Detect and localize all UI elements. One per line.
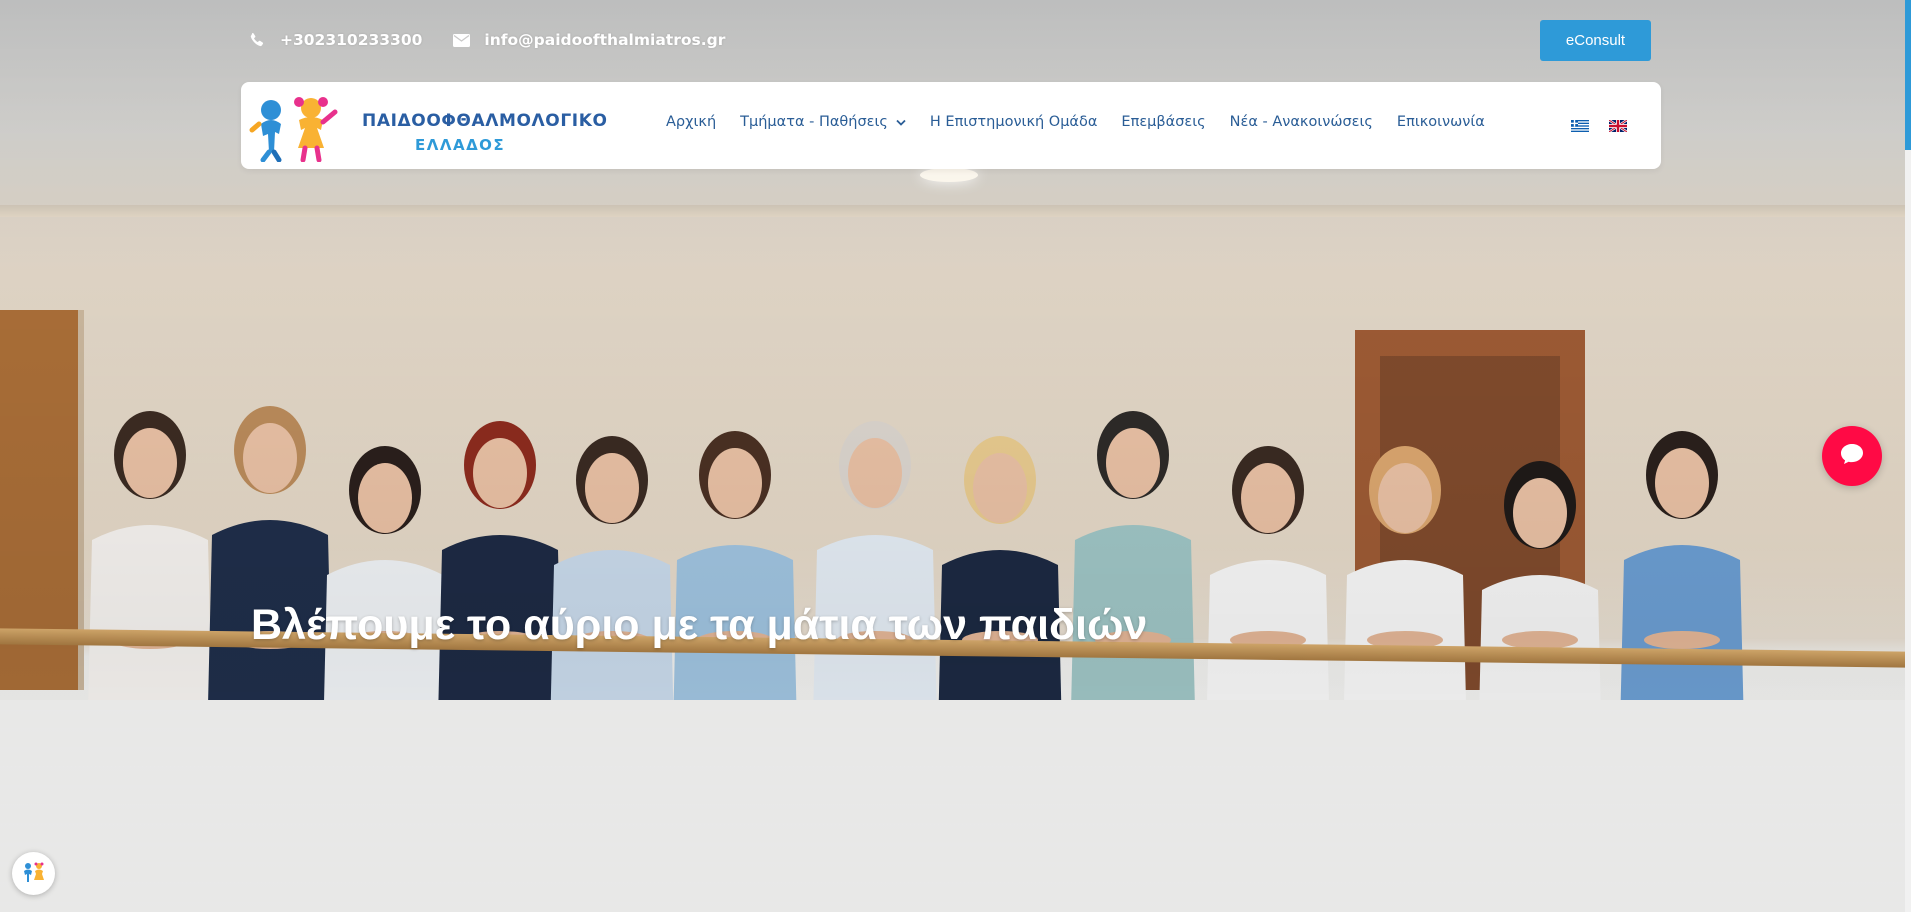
top-contact-bar: +302310233300 info@paidoofthalmiatros.gr	[248, 28, 725, 52]
nav-item-contact[interactable]: Επικοινωνία	[1397, 114, 1485, 130]
nav-item-news[interactable]: Νέα - Ανακοινώσεις	[1230, 114, 1373, 130]
header-navigation-card: ΠΑΙΔΟΟΦΘΑΛΜΟΛΟΓΙΚΟ ΕΛΛΑΔΟΣ Αρχική Τμήματ…	[241, 82, 1661, 169]
uk-flag-icon[interactable]	[1609, 120, 1627, 132]
phone-number[interactable]: +302310233300	[280, 31, 422, 49]
nav-item-departments[interactable]: Τμήματα - Παθήσεις	[740, 114, 906, 130]
phone-contact[interactable]: +302310233300	[248, 31, 422, 49]
logo-title: ΠΑΙΔΟΟΦΘΑΛΜΟΛΟΓΙΚΟ	[362, 111, 608, 131]
chat-widget-button[interactable]	[1822, 426, 1882, 486]
nav-item-surgeries[interactable]: Επεμβάσεις	[1121, 114, 1205, 130]
kids-logo-icon	[249, 97, 338, 162]
email-contact[interactable]: info@paidoofthalmiatros.gr	[452, 31, 725, 49]
envelope-icon	[452, 31, 470, 49]
hero-headline: Βλέπουμε το αύριο με τα μάτια των παιδιώ…	[251, 601, 1148, 649]
accessibility-widget-button[interactable]	[12, 852, 55, 895]
site-logo[interactable]: ΠΑΙΔΟΟΦΘΑΛΜΟΛΟΓΙΚΟ ΕΛΛΑΔΟΣ	[249, 90, 607, 162]
greek-flag-icon[interactable]	[1571, 120, 1589, 132]
econsult-button[interactable]: eConsult	[1540, 20, 1651, 61]
phone-icon	[248, 31, 266, 49]
accessibility-kids-icon	[20, 861, 48, 887]
chevron-down-icon	[896, 114, 906, 130]
nav-item-home[interactable]: Αρχική	[666, 114, 716, 130]
nav-item-scientific-team[interactable]: Η Επιστημονική Ομάδα	[930, 114, 1098, 130]
email-address[interactable]: info@paidoofthalmiatros.gr	[484, 31, 725, 49]
main-navigation: Αρχική Τμήματα - Παθήσεις Η Επιστημονική…	[666, 114, 1485, 130]
chat-bubble-icon	[1839, 442, 1865, 470]
scrollbar-thumb[interactable]	[1905, 0, 1911, 150]
page-scrollbar[interactable]	[1905, 0, 1911, 912]
logo-subtitle: ΕΛΛΑΔΟΣ	[415, 136, 506, 154]
language-switcher	[1571, 120, 1627, 132]
